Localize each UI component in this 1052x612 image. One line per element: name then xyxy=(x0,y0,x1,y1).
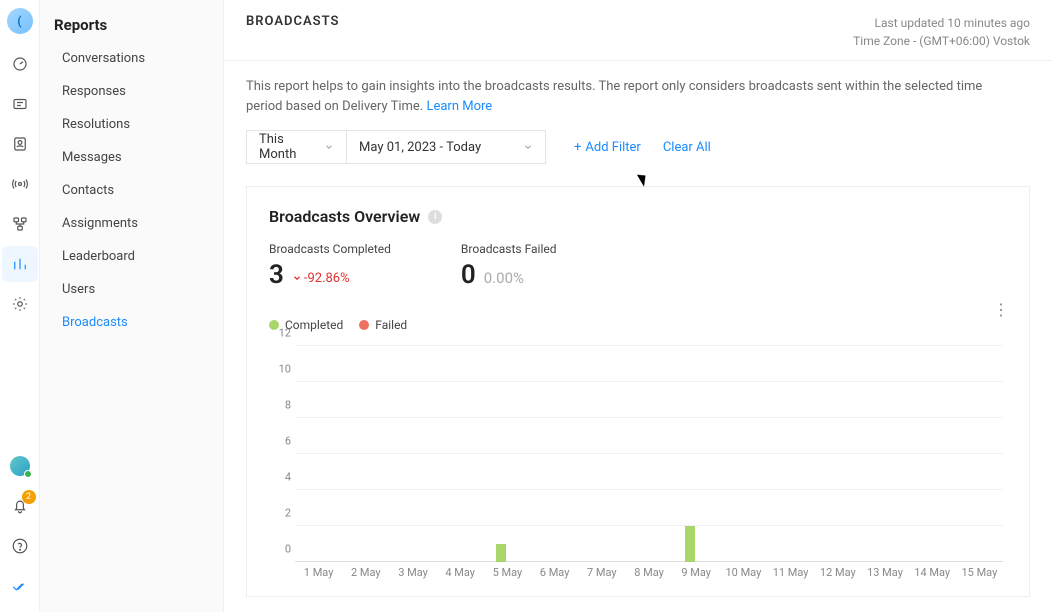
x-tick: 13 May xyxy=(867,566,903,579)
y-tick: 6 xyxy=(273,435,291,448)
card-title: Broadcasts Overview xyxy=(269,207,420,226)
kpi-failed-value: 0 xyxy=(461,260,476,290)
chevron-down-icon xyxy=(523,142,533,152)
x-tick: 9 May xyxy=(681,566,711,579)
reports-icon[interactable] xyxy=(2,246,38,282)
y-tick: 12 xyxy=(273,327,291,340)
period-select[interactable]: This Month xyxy=(246,130,346,164)
nav-rail: ( xyxy=(0,0,40,612)
kpi-completed-label: Broadcasts Completed xyxy=(269,242,391,256)
x-tick: 6 May xyxy=(540,566,570,579)
page-title: BROADCASTS xyxy=(246,14,339,29)
sidebar-item-users[interactable]: Users xyxy=(40,273,223,306)
y-tick: 10 xyxy=(273,363,291,376)
main-content: BROADCASTS Last updated 10 minutes ago T… xyxy=(224,0,1052,612)
user-presence-avatar[interactable] xyxy=(2,448,38,484)
x-tick: 15 May xyxy=(961,566,997,579)
legend-failed: Failed xyxy=(359,318,407,332)
kpi-failed-label: Broadcasts Failed xyxy=(461,242,557,256)
workflow-icon[interactable] xyxy=(2,206,38,242)
kpi-completed-value: 3 xyxy=(269,260,284,290)
kpi-completed: Broadcasts Completed 3 -92.86% xyxy=(269,242,391,290)
last-updated: Last updated 10 minutes ago xyxy=(853,14,1030,32)
x-tick: 11 May xyxy=(773,566,809,579)
sidebar-item-resolutions[interactable]: Resolutions xyxy=(40,108,223,141)
add-filter-button[interactable]: + Add Filter xyxy=(574,140,641,155)
chart-legend: Completed Failed xyxy=(269,318,1007,332)
x-tick: 5 May xyxy=(493,566,523,579)
sidebar-item-contacts[interactable]: Contacts xyxy=(40,174,223,207)
settings-icon[interactable] xyxy=(2,286,38,322)
help-icon[interactable] xyxy=(2,528,38,564)
double-check-icon[interactable] xyxy=(2,568,38,604)
sidebar-title: Reports xyxy=(40,16,223,42)
bar-completed xyxy=(685,526,695,562)
sidebar-item-leaderboard[interactable]: Leaderboard xyxy=(40,240,223,273)
x-tick: 10 May xyxy=(725,566,761,579)
x-tick: 4 May xyxy=(445,566,475,579)
sidebar-item-conversations[interactable]: Conversations xyxy=(40,42,223,75)
report-description: This report helps to gain insights into … xyxy=(246,77,1016,116)
reports-sidebar: Reports ConversationsResponsesResolution… xyxy=(40,0,224,612)
chart-more-menu[interactable]: ⋮ xyxy=(993,307,1009,313)
x-tick: 1 May xyxy=(304,566,334,579)
dashboard-icon[interactable] xyxy=(2,46,38,82)
x-tick: 3 May xyxy=(398,566,428,579)
kpi-completed-delta: -92.86% xyxy=(292,271,350,286)
plus-icon: + xyxy=(574,140,581,155)
y-tick: 2 xyxy=(273,507,291,520)
chevron-down-icon xyxy=(324,142,334,152)
contacts-icon[interactable] xyxy=(2,126,38,162)
broadcasts-chart: 024681012 1 May2 May3 May4 May5 May6 May… xyxy=(269,342,1007,582)
x-tick: 12 May xyxy=(820,566,856,579)
x-tick: 14 May xyxy=(914,566,950,579)
sidebar-item-messages[interactable]: Messages xyxy=(40,141,223,174)
y-tick: 0 xyxy=(273,543,291,556)
x-tick: 8 May xyxy=(634,566,664,579)
clear-all-button[interactable]: Clear All xyxy=(663,140,711,155)
notifications-icon[interactable] xyxy=(2,488,38,524)
y-tick: 8 xyxy=(273,399,291,412)
inbox-icon[interactable] xyxy=(2,86,38,122)
sidebar-item-broadcasts[interactable]: Broadcasts xyxy=(40,306,223,339)
sidebar-item-responses[interactable]: Responses xyxy=(40,75,223,108)
x-tick: 2 May xyxy=(351,566,381,579)
filter-bar: This Month May 01, 2023 - Today + Add Fi… xyxy=(246,130,1030,164)
topbar: BROADCASTS Last updated 10 minutes ago T… xyxy=(224,0,1052,61)
broadcast-icon[interactable] xyxy=(2,166,38,202)
bar-completed xyxy=(496,544,506,562)
y-tick: 4 xyxy=(273,471,291,484)
broadcasts-overview-card: Broadcasts Overview i Broadcasts Complet… xyxy=(246,186,1030,597)
sidebar-item-assignments[interactable]: Assignments xyxy=(40,207,223,240)
kpi-failed: Broadcasts Failed 0 0.00% xyxy=(461,242,557,290)
chevron-down-icon xyxy=(292,273,302,283)
x-tick: 7 May xyxy=(587,566,617,579)
kpi-failed-pct: 0.00% xyxy=(484,269,524,287)
info-icon[interactable]: i xyxy=(428,210,442,224)
workspace-avatar[interactable]: ( xyxy=(7,8,33,34)
date-range-select[interactable]: May 01, 2023 - Today xyxy=(346,130,546,164)
learn-more-link[interactable]: Learn More xyxy=(426,99,492,114)
timezone: Time Zone - (GMT+06:00) Vostok xyxy=(853,32,1030,50)
